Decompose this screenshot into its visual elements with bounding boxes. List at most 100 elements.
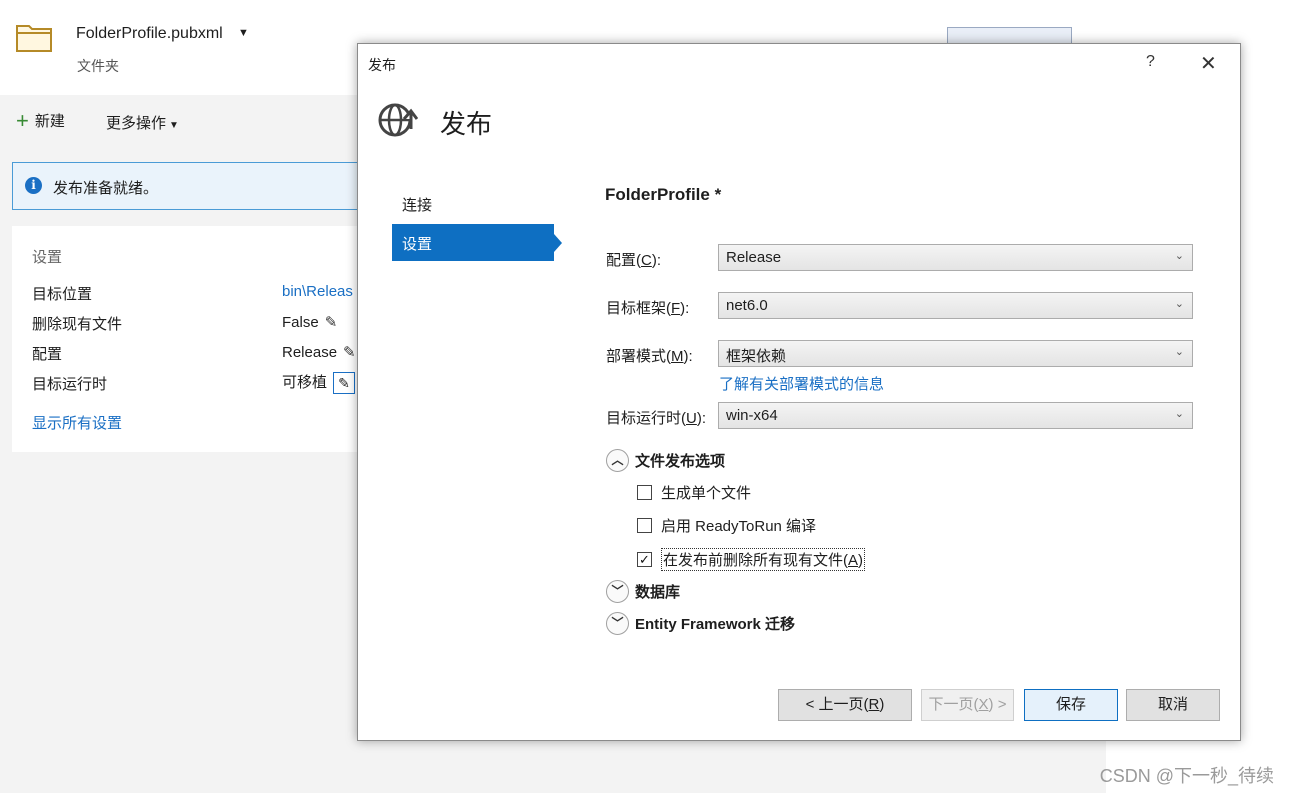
setting-value-target-location[interactable]: bin\Releas xyxy=(282,283,353,300)
checkmark-icon: ✓ xyxy=(637,552,652,567)
checkbox-label: 启用 ReadyToRun 编译 xyxy=(661,518,817,535)
watermark: CSDN @下一秒_待续 xyxy=(1099,766,1274,786)
setting-value-runtime: 可移植 ✎ xyxy=(282,371,356,395)
previous-button[interactable]: < 上一页(R) xyxy=(778,689,912,721)
nav-connection[interactable]: 连接 xyxy=(402,194,432,215)
setting-label-target-location: 目标位置 xyxy=(32,286,93,303)
btn-text: 下一页( xyxy=(928,696,979,713)
globe-publish-icon xyxy=(378,103,418,137)
nav-settings[interactable]: 设置 xyxy=(392,224,562,261)
info-icon: i xyxy=(25,177,42,194)
label-accel-key: F xyxy=(671,300,681,317)
toolbar: + 新建 更多操作 ▼ xyxy=(0,96,400,146)
label-text: 在发布前删除所有现有文件( xyxy=(663,552,848,569)
setting-label-runtime: 目标运行时 xyxy=(32,376,108,393)
btn-text: ) xyxy=(879,696,885,713)
label-text: ): xyxy=(696,410,707,427)
label-accel-key: M xyxy=(671,348,684,365)
checkbox-unchecked-icon xyxy=(637,518,652,533)
pencil-icon[interactable]: ✎ xyxy=(325,313,338,331)
deploy-mode-learn-link[interactable]: 了解有关部署模式的信息 xyxy=(719,373,884,394)
setting-value-text: Release xyxy=(282,344,338,361)
profile-name[interactable]: FolderProfile.pubxml xyxy=(76,25,223,43)
deploy-mode-value: 框架依赖 xyxy=(726,348,787,365)
label-accel-key: U xyxy=(686,410,697,427)
close-icon[interactable]: ✕ xyxy=(1200,51,1217,76)
label-text: 目标运行时( xyxy=(606,410,686,427)
single-file-checkbox[interactable]: 生成单个文件 xyxy=(637,482,751,503)
section-title: 数据库 xyxy=(635,584,681,601)
file-publish-options-expander[interactable]: ︿ 文件发布选项 xyxy=(606,449,725,472)
save-button[interactable]: 保存 xyxy=(1024,689,1118,721)
ready-to-run-checkbox[interactable]: 启用 ReadyToRun 编译 xyxy=(637,515,816,536)
chevron-down-icon: ﹀ xyxy=(606,580,629,603)
cancel-button[interactable]: 取消 xyxy=(1126,689,1220,721)
plus-icon: + xyxy=(16,107,29,133)
framework-label: 目标框架(F): xyxy=(606,297,689,318)
checkbox-unchecked-icon xyxy=(637,485,652,500)
form-title: FolderProfile * xyxy=(605,185,722,204)
checkbox-label: 生成单个文件 xyxy=(661,485,752,502)
btn-text: < 上一页( xyxy=(805,696,869,713)
btn-accel-key: R xyxy=(868,696,880,713)
label-accel-key: C xyxy=(641,252,652,269)
dialog-heading: 发布 xyxy=(440,109,493,139)
folder-icon xyxy=(16,25,52,52)
info-message: 发布准备就绪。 xyxy=(53,180,159,197)
label-text: ): xyxy=(651,252,662,269)
setting-value-text: 可移植 xyxy=(282,374,328,391)
section-title: Entity Framework 迁移 xyxy=(635,616,796,633)
label-text: ): xyxy=(680,300,690,317)
settings-title: 设置 xyxy=(32,249,63,266)
selected-arrow-icon xyxy=(554,234,562,252)
pencil-icon[interactable]: ✎ xyxy=(343,343,356,361)
ef-migrations-expander[interactable]: ﹀ Entity Framework 迁移 xyxy=(606,612,795,635)
btn-text: ) > xyxy=(988,696,1007,713)
database-expander[interactable]: ﹀ 数据库 xyxy=(606,580,680,603)
pencil-icon[interactable]: ✎ xyxy=(333,372,356,395)
setting-label-config: 配置 xyxy=(32,346,63,363)
config-label: 配置(C): xyxy=(606,249,661,270)
chevron-down-icon: ⌄ xyxy=(1174,346,1184,358)
config-value: Release xyxy=(726,249,782,266)
runtime-value: win-x64 xyxy=(726,407,778,424)
new-label: 新建 xyxy=(34,113,65,130)
profile-type: 文件夹 xyxy=(77,58,119,74)
more-actions-label: 更多操作 xyxy=(106,115,167,132)
setting-value-config: Release ✎ xyxy=(282,343,356,361)
setting-label-delete-existing: 删除现有文件 xyxy=(32,316,123,333)
framework-select[interactable]: net6.0 ⌄ xyxy=(718,292,1193,319)
new-button[interactable]: + 新建 xyxy=(16,107,65,133)
label-text: ): xyxy=(683,348,693,365)
delete-existing-files-checkbox[interactable]: ✓ 在发布前删除所有现有文件(A) xyxy=(637,548,866,571)
label-text: ) xyxy=(858,552,864,569)
chevron-up-icon: ︿ xyxy=(606,449,629,472)
btn-accel-key: X xyxy=(978,696,989,713)
runtime-label: 目标运行时(U): xyxy=(606,407,706,428)
publish-dialog: 发布 ? ✕ 发布 连接 设置 FolderProfile * 配置(C): R… xyxy=(357,43,1241,741)
config-select[interactable]: Release ⌄ xyxy=(718,244,1193,271)
chevron-down-icon: ⌄ xyxy=(1174,408,1184,420)
deploy-mode-label: 部署模式(M): xyxy=(606,345,693,366)
setting-value-delete-existing: False ✎ xyxy=(282,313,337,331)
nav-settings-label: 设置 xyxy=(402,236,433,253)
chevron-down-icon: ⌄ xyxy=(1174,250,1184,262)
label-text: 目标框架( xyxy=(606,300,671,317)
runtime-select[interactable]: win-x64 ⌄ xyxy=(718,402,1193,429)
profile-dropdown-icon[interactable]: ▼ xyxy=(238,27,249,39)
checkbox-label: 在发布前删除所有现有文件(A) xyxy=(661,548,866,571)
more-actions-button[interactable]: 更多操作 ▼ xyxy=(106,112,179,133)
section-title: 文件发布选项 xyxy=(635,453,726,470)
info-bar: i 发布准备就绪。 xyxy=(12,162,372,210)
help-button[interactable]: ? xyxy=(1146,53,1155,71)
setting-value-text: False xyxy=(282,314,319,331)
label-accel-key: A xyxy=(848,552,859,569)
deploy-mode-select[interactable]: 框架依赖 ⌄ xyxy=(718,340,1193,367)
chevron-down-icon: ⌄ xyxy=(1174,298,1184,310)
framework-value: net6.0 xyxy=(726,297,768,314)
next-button[interactable]: 下一页(X) > xyxy=(921,689,1014,721)
label-text: 配置( xyxy=(606,252,641,269)
dialog-title: 发布 xyxy=(368,57,396,73)
chevron-down-icon: ﹀ xyxy=(606,612,629,635)
show-all-settings-link[interactable]: 显示所有设置 xyxy=(32,412,122,433)
